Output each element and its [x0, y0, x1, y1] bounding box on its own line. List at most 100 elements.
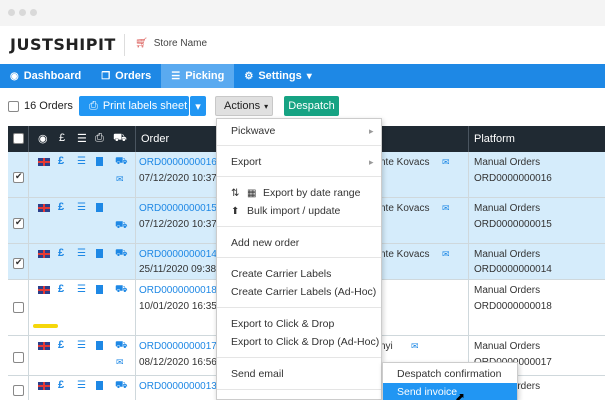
pound-icon: £ — [58, 379, 65, 391]
chevron-right-icon: ▸ — [369, 125, 374, 136]
print-icon: ⎙ — [95, 132, 104, 144]
order-column-header[interactable]: Order — [141, 133, 169, 145]
divider — [217, 257, 381, 258]
menu-item-add-order[interactable]: Add new order — [231, 237, 299, 249]
document-icon[interactable] — [96, 203, 103, 212]
row-checkbox[interactable] — [13, 171, 24, 183]
row-checkbox[interactable] — [13, 352, 24, 363]
divider — [28, 152, 29, 197]
list-icon[interactable]: ☰ — [77, 380, 86, 391]
divider — [468, 244, 469, 279]
list-icon: ☰ — [77, 133, 87, 145]
order-date: 08/12/2020 16:56 — [139, 357, 217, 368]
nav-picking[interactable]: ☰ Picking — [161, 64, 235, 88]
platform-name: Manual Orders — [474, 341, 541, 352]
row-checkbox[interactable] — [13, 302, 24, 313]
menu-item-export-click-drop[interactable]: Export to Click & Drop — [231, 318, 334, 330]
window-dot-icon — [19, 9, 26, 16]
divider — [135, 126, 136, 152]
brand-bar: JUSTSHIPIT 🛒︎ Store Name — [0, 26, 605, 64]
logo[interactable]: JUSTSHIPIT — [10, 35, 116, 54]
menu-item-export-date-range[interactable]: ⇅ ▦ Export by date range — [231, 187, 360, 199]
order-date: 07/12/2020 10:37 — [139, 173, 217, 184]
list-icon[interactable]: ☰ — [77, 156, 86, 167]
nav-settings[interactable]: ⚙ Settings ▾ — [234, 64, 321, 88]
divider — [217, 389, 381, 390]
truck-icon[interactable]: ⛟ — [115, 220, 128, 233]
actions-button[interactable]: Actions ▾ — [215, 96, 273, 116]
window-dot-icon — [30, 9, 37, 16]
list-icon[interactable]: ☰ — [77, 248, 86, 259]
menu-item-export-click-drop-adhoc[interactable]: Export to Click & Drop (Ad-Hoc) — [231, 336, 379, 348]
menu-item-create-labels[interactable]: Create Carrier Labels — [231, 268, 331, 280]
list-icon: ☰ — [171, 70, 181, 82]
menu-item-send-email[interactable]: Send email — [231, 368, 284, 380]
divider — [217, 145, 381, 146]
nav-dashboard[interactable]: ◉ Dashboard — [0, 64, 91, 88]
platform-name: Manual Orders — [474, 157, 541, 168]
envelope-icon[interactable]: ✉ — [442, 203, 450, 214]
divider — [28, 280, 29, 335]
row-checkbox[interactable] — [13, 217, 24, 229]
document-icon[interactable] — [96, 381, 103, 390]
order-number-link[interactable]: ORD0000000015 — [139, 203, 217, 214]
print-options-toggle[interactable]: ▾ — [190, 96, 206, 116]
platform-ref: ORD0000000016 — [474, 173, 552, 184]
chevron-right-icon: ▸ — [369, 156, 374, 167]
document-icon[interactable] — [96, 157, 103, 166]
print-icon: ⎙ — [89, 99, 98, 112]
row-checkbox[interactable] — [13, 257, 24, 269]
caret-down-icon: ▾ — [306, 70, 312, 82]
list-icon[interactable]: ☰ — [77, 340, 86, 351]
truck-icon[interactable]: ⛟ — [115, 284, 128, 297]
submenu-item-despatch-confirmation[interactable]: Despatch confirmation — [383, 365, 517, 382]
menu-item-create-labels-adhoc[interactable]: Create Carrier Labels (Ad-Hoc) — [231, 286, 376, 298]
list-icon[interactable]: ☰ — [77, 284, 86, 295]
submenu-item-send-invoice[interactable]: Send invoice — [383, 383, 517, 400]
actions-menu: Pickwave ▸ Export ▸ ⇅ ▦ Export by date r… — [216, 118, 382, 400]
platform-ref: ORD0000000018 — [474, 301, 552, 312]
truck-icon[interactable]: ⛟ — [115, 156, 128, 169]
envelope-icon[interactable]: ✉ — [116, 174, 124, 185]
order-number-link[interactable]: ORD0000000018 — [139, 285, 217, 296]
divider — [217, 307, 381, 308]
order-number-link[interactable]: ORD0000000013 — [139, 381, 217, 392]
document-icon[interactable] — [96, 341, 103, 350]
divider — [28, 244, 29, 279]
truck-icon[interactable]: ⛟ — [115, 380, 128, 393]
divider — [468, 152, 469, 197]
envelope-icon[interactable]: ✉ — [116, 357, 124, 368]
row-checkbox[interactable] — [13, 385, 24, 396]
document-icon[interactable] — [96, 249, 103, 258]
divider — [28, 376, 29, 400]
divider — [217, 226, 381, 227]
menu-item-bulk-import[interactable]: ⬆ Bulk import / update — [231, 205, 340, 217]
select-all-checkbox[interactable] — [8, 101, 19, 112]
menu-item-pickwave[interactable]: Pickwave ▸ — [231, 125, 374, 137]
print-labels-button[interactable]: ⎙ Print labels sheet — [79, 96, 189, 116]
pound-icon: £ — [58, 283, 65, 295]
store-name: Store Name — [153, 38, 208, 49]
truck-icon[interactable]: ⛟ — [115, 340, 128, 353]
envelope-icon[interactable]: ✉ — [442, 157, 450, 168]
envelope-icon[interactable]: ✉ — [442, 249, 450, 260]
list-icon[interactable]: ☰ — [77, 202, 86, 213]
platform-ref: ORD0000000015 — [474, 219, 552, 230]
store-selector[interactable]: 🛒︎ Store Name — [135, 38, 207, 49]
header-checkbox[interactable] — [13, 133, 24, 144]
order-date: 10/01/2020 16:35 — [139, 301, 217, 312]
document-icon[interactable] — [96, 285, 103, 294]
order-number-link[interactable]: ORD0000000017 — [139, 341, 217, 352]
divider — [28, 126, 29, 152]
order-number-link[interactable]: ORD0000000014 — [139, 249, 217, 260]
divider — [28, 336, 29, 375]
envelope-icon[interactable]: ✉ — [411, 341, 419, 352]
truck-icon[interactable]: ⛟ — [115, 248, 128, 261]
nav-orders[interactable]: ❐ Orders — [91, 64, 161, 88]
platform-column-header[interactable]: Platform — [474, 133, 515, 145]
platform-name: Manual Orders — [474, 285, 541, 296]
despatch-button[interactable]: Despatch — [284, 96, 339, 116]
menu-item-export[interactable]: Export ▸ — [231, 156, 374, 168]
order-number-link[interactable]: ORD0000000016 — [139, 157, 217, 168]
order-date: 07/12/2020 10:37 — [139, 219, 217, 230]
